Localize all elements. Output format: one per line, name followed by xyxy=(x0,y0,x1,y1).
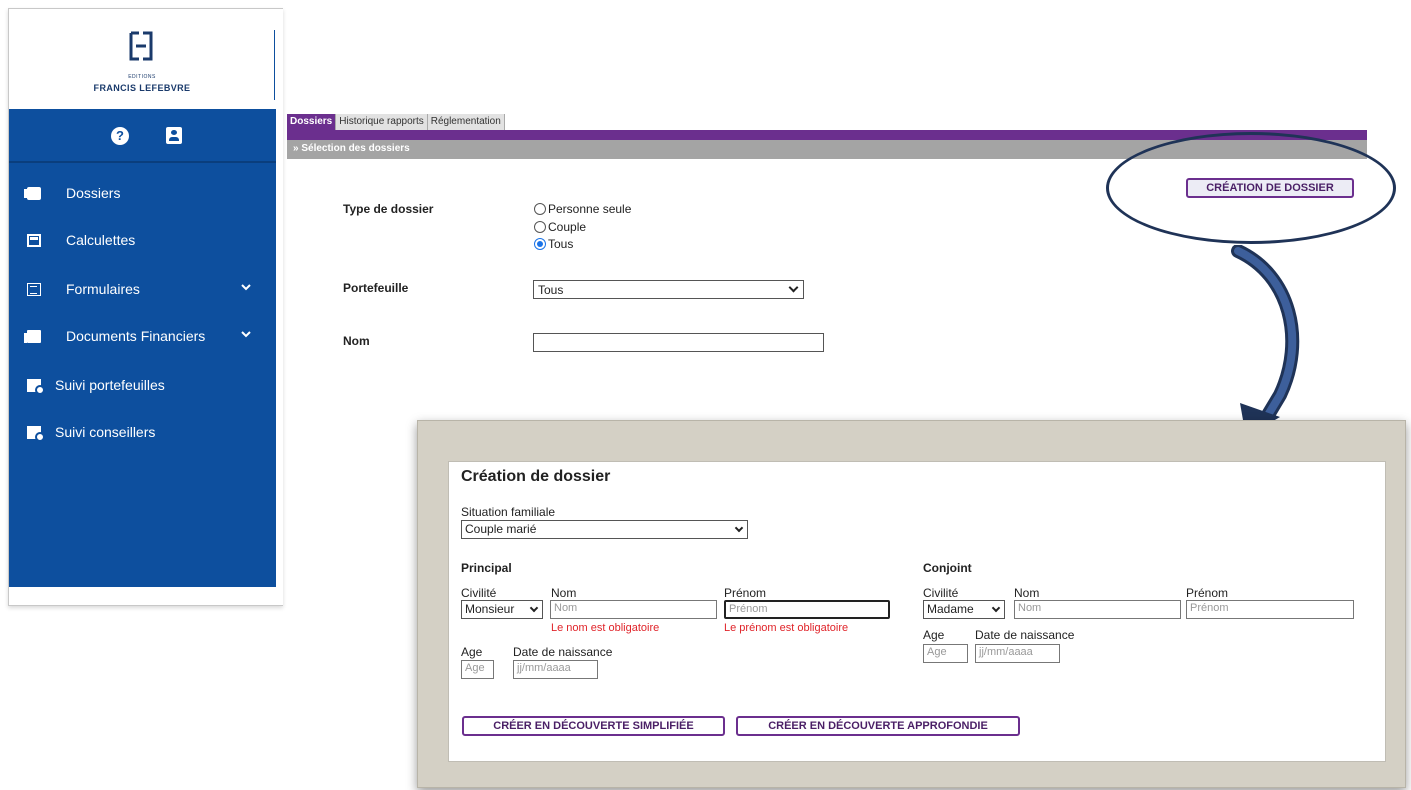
logo-small-text: EDITIONS xyxy=(128,74,156,80)
principal-heading: Principal xyxy=(461,561,512,575)
situation-value: Couple marié xyxy=(465,522,537,536)
conjoint-dob-input[interactable]: jj/mm/aaaa xyxy=(975,644,1060,663)
principal-dob-input[interactable]: jj/mm/aaaa xyxy=(513,660,598,679)
sidebar-item-label: Calculettes xyxy=(66,232,136,248)
radio-label: Tous xyxy=(548,237,574,251)
documents-icon xyxy=(24,330,41,343)
sidebar-item-label: Dossiers xyxy=(66,185,121,201)
sidebar-item-calculettes[interactable]: Calculettes xyxy=(9,226,276,256)
principal-civilite-select[interactable]: Monsieur xyxy=(461,600,543,619)
radio-label: Personne seule xyxy=(548,202,632,216)
header-divider xyxy=(274,30,275,100)
principal-age-label: Age xyxy=(461,645,483,659)
chevron-down-icon xyxy=(529,603,539,613)
radio-personne-seule[interactable]: Personne seule xyxy=(534,202,631,216)
folder-icon xyxy=(24,187,41,200)
conjoint-civilite-select[interactable]: Madame xyxy=(923,600,1005,619)
sidebar-toolbar: ? xyxy=(9,109,276,163)
sidebar-item-formulaires[interactable]: Formulaires xyxy=(9,275,276,305)
conjoint-age-label: Age xyxy=(923,628,945,642)
conjoint-prenom-label: Prénom xyxy=(1186,586,1229,600)
sidebar-item-documents-financiers[interactable]: Documents Financiers xyxy=(9,322,276,352)
chevron-down-icon xyxy=(991,603,1001,613)
radio-button[interactable] xyxy=(534,238,546,250)
principal-civilite-value: Monsieur xyxy=(465,602,515,616)
sidebar-item-label: Suivi conseillers xyxy=(55,424,156,440)
principal-nom-input[interactable]: Nom xyxy=(550,600,717,619)
situation-label: Situation familiale xyxy=(461,505,556,519)
create-dossier-button[interactable]: CRÉATION DE DOSSIER xyxy=(1186,178,1354,198)
logo: EDITIONS FRANCIS LEFEBVRE xyxy=(9,9,275,109)
logo-brand-text: FRANCIS LEFEBVRE xyxy=(93,83,191,93)
portefeuille-select[interactable]: Tous xyxy=(533,280,804,299)
type-dossier-label: Type de dossier xyxy=(343,202,434,216)
radio-couple[interactable]: Couple xyxy=(534,220,586,234)
app-frame: EDITIONS FRANCIS LEFEBVRE ? Dossiers Cal… xyxy=(8,8,283,606)
radio-button[interactable] xyxy=(534,221,546,233)
situation-select[interactable]: Couple marié xyxy=(461,520,748,539)
conjoint-civilite-value: Madame xyxy=(927,602,974,616)
creation-dossier-form: Création de dossier Situation familiale … xyxy=(448,461,1386,762)
conjoint-civilite-label: Civilité xyxy=(923,586,959,600)
sidebar: ? Dossiers Calculettes Formulaires Docum… xyxy=(9,109,276,587)
radio-tous[interactable]: Tous xyxy=(534,237,573,251)
create-simplifiee-button[interactable]: CRÉER EN DÉCOUVERTE SIMPLIFIÉE xyxy=(462,716,725,736)
search-doc-icon xyxy=(27,379,45,395)
principal-nom-label: Nom xyxy=(551,586,577,600)
tab-dossiers[interactable]: Dossiers xyxy=(287,114,337,130)
modal-title: Création de dossier xyxy=(461,468,611,485)
logo-mark-icon xyxy=(129,31,153,61)
sidebar-item-label: Suivi portefeuilles xyxy=(55,377,165,393)
portefeuille-label: Portefeuille xyxy=(343,281,409,295)
chevron-down-icon[interactable] xyxy=(241,282,251,292)
principal-civilite-label: Civilité xyxy=(461,586,497,600)
form-icon xyxy=(27,283,41,296)
radio-button[interactable] xyxy=(534,203,546,215)
portefeuille-value: Tous xyxy=(538,283,564,297)
nom-label: Nom xyxy=(343,334,370,348)
conjoint-nom-label: Nom xyxy=(1014,586,1040,600)
principal-prenom-error: Le prénom est obligatoire xyxy=(724,622,849,634)
conjoint-prenom-input[interactable]: Prénom xyxy=(1186,600,1354,619)
radio-label: Couple xyxy=(548,220,587,234)
help-icon[interactable]: ? xyxy=(111,127,129,145)
principal-dob-label: Date de naissance xyxy=(513,645,613,659)
annotation-arrow-icon xyxy=(1231,245,1300,437)
search-doc-icon xyxy=(27,426,45,442)
tab-historique-rapports[interactable]: Historique rapports xyxy=(336,114,428,130)
principal-nom-error: Le nom est obligatoire xyxy=(551,622,660,634)
chevron-down-icon xyxy=(734,523,744,533)
conjoint-heading: Conjoint xyxy=(923,561,972,575)
contact-card-icon[interactable] xyxy=(166,127,182,144)
sidebar-item-label: Documents Financiers xyxy=(66,328,206,344)
creation-dossier-panel: Création de dossier Situation familiale … xyxy=(417,420,1406,788)
chevron-down-icon[interactable] xyxy=(241,329,251,339)
sidebar-item-dossiers[interactable]: Dossiers xyxy=(9,179,276,209)
create-approfondie-button[interactable]: CRÉER EN DÉCOUVERTE APPROFONDIE xyxy=(736,716,1020,736)
tab-bar: Dossiers Historique rapports Réglementat… xyxy=(287,114,505,130)
conjoint-nom-input[interactable]: Nom xyxy=(1014,600,1181,619)
sidebar-item-suivi-portefeuilles[interactable]: Suivi portefeuilles xyxy=(9,371,276,401)
tab-reglementation[interactable]: Réglementation xyxy=(427,114,505,130)
nom-input[interactable] xyxy=(533,333,824,352)
conjoint-dob-label: Date de naissance xyxy=(975,628,1075,642)
chevron-down-icon xyxy=(788,282,799,293)
sidebar-item-label: Formulaires xyxy=(66,281,140,297)
principal-age-input[interactable]: Age xyxy=(461,660,494,679)
principal-prenom-label: Prénom xyxy=(724,586,767,600)
principal-prenom-input[interactable]: Prénom xyxy=(724,600,890,619)
sidebar-item-suivi-conseillers[interactable]: Suivi conseillers xyxy=(9,418,276,448)
calculator-icon xyxy=(27,234,41,247)
conjoint-age-input[interactable]: Age xyxy=(923,644,968,663)
